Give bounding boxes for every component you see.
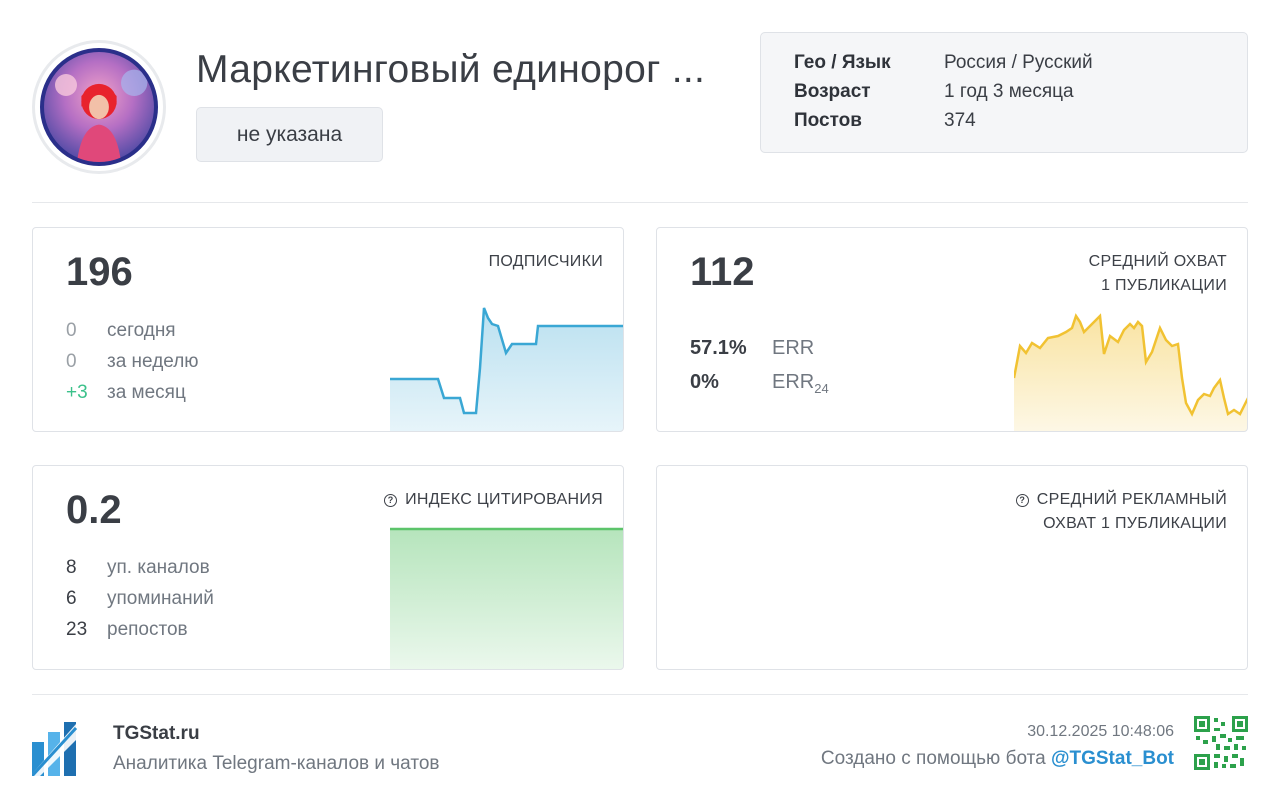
created-by-text: Создано с помощью бота	[820, 748, 1051, 769]
info-value: 374	[944, 110, 976, 131]
stat-text: за месяц	[107, 382, 186, 403]
tgstat-logo-icon[interactable]	[32, 722, 88, 776]
subscribers-sparkline	[390, 307, 623, 431]
qr-code-icon[interactable]	[1194, 716, 1248, 770]
stat-num: 23	[66, 619, 88, 640]
stat-reposts: 23 репостов	[66, 619, 188, 641]
info-value: 1 год 3 месяца	[944, 81, 1074, 102]
ad-reach-label-line2: ОХВАТ 1 ПУБЛИКАЦИИ	[1043, 515, 1227, 532]
reach-sparkline	[1014, 313, 1247, 431]
citation-value: 0.2	[66, 488, 122, 532]
channel-title: Маркетинговый единорог ...	[196, 48, 706, 91]
stat-text: уп. каналов	[107, 557, 210, 578]
brand-name[interactable]: TGStat.ru	[113, 723, 200, 745]
info-key: Постов	[794, 110, 862, 131]
stat-num: 8	[66, 557, 77, 578]
err-label: ERR	[772, 337, 815, 359]
ad-reach-label-line1: СРЕДНИЙ РЕКЛАМНЫЙ	[1036, 491, 1227, 508]
ad-reach-label-line1-wrap: ? СРЕДНИЙ РЕКЛАМНЫЙ	[1015, 488, 1227, 512]
info-row-geo: Гео / Язык Россия / Русский	[794, 52, 1093, 74]
stat-text: за неделю	[107, 351, 199, 372]
channel-info-box: Гео / Язык Россия / Русский Возраст 1 го…	[760, 32, 1248, 153]
reach-card[interactable]: 112 СРЕДНИЙ ОХВАТ 1 ПУБЛИКАЦИИ 57.1% ERR…	[656, 227, 1248, 432]
reach-value: 112	[690, 250, 755, 294]
stat-today: 0 сегодня	[66, 320, 176, 342]
subscribers-card[interactable]: 196 ПОДПИСЧИКИ 0 сегодня 0 за неделю +3 …	[32, 227, 624, 432]
brand-tagline: Аналитика Telegram-каналов и чатов	[113, 753, 440, 774]
divider	[32, 202, 1248, 203]
stat-num: 6	[66, 588, 77, 609]
citation-sparkline	[390, 527, 623, 669]
created-by: Создано с помощью бота @TGStat_Bot	[821, 748, 1174, 770]
stat-num: 0	[66, 351, 77, 372]
stat-num: 0	[66, 320, 77, 341]
channel-avatar	[32, 40, 166, 174]
info-row-age: Возраст 1 год 3 месяца	[794, 81, 1074, 103]
err24-row: 0% ERR24	[690, 371, 829, 396]
timestamp: 30.12.2025 10:48:06	[1027, 723, 1174, 740]
divider	[32, 694, 1248, 695]
stat-text: сегодня	[107, 320, 176, 341]
citation-card[interactable]: 0.2 ? ИНДЕКС ЦИТИРОВАНИЯ 8 уп. каналов 6 …	[32, 465, 624, 670]
err-row: 57.1% ERR	[690, 337, 814, 360]
subscribers-count: 196	[66, 250, 133, 294]
bot-link[interactable]: @TGStat_Bot	[1051, 748, 1174, 769]
stat-mentions: 6 упоминаний	[66, 588, 214, 610]
ad-reach-card[interactable]: ? СРЕДНИЙ РЕКЛАМНЫЙ ОХВАТ 1 ПУБЛИКАЦИИ	[656, 465, 1248, 670]
ad-reach-label: ? СРЕДНИЙ РЕКЛАМНЫЙ ОХВАТ 1 ПУБЛИКАЦИИ	[1015, 488, 1227, 536]
info-row-posts: Постов 374	[794, 110, 976, 132]
stat-num: +3	[66, 382, 88, 403]
err24-sub: 24	[814, 381, 829, 396]
err24-value: 0%	[690, 371, 719, 393]
avatar-image	[55, 69, 148, 162]
stat-month: +3 за месяц	[66, 382, 186, 404]
category-badge[interactable]: не указана	[196, 107, 383, 162]
stat-text: репостов	[107, 619, 188, 640]
info-key: Гео / Язык	[794, 52, 891, 73]
err24-label-text: ERR	[772, 371, 815, 393]
stat-text: упоминаний	[107, 588, 214, 609]
info-key: Возраст	[794, 81, 871, 102]
stat-week: 0 за неделю	[66, 351, 199, 373]
help-icon[interactable]: ?	[1015, 494, 1029, 507]
info-value: Россия / Русский	[944, 52, 1093, 73]
err24-label: ERR24	[772, 371, 829, 396]
stat-channels: 8 уп. каналов	[66, 557, 210, 579]
err-value: 57.1%	[690, 337, 747, 359]
